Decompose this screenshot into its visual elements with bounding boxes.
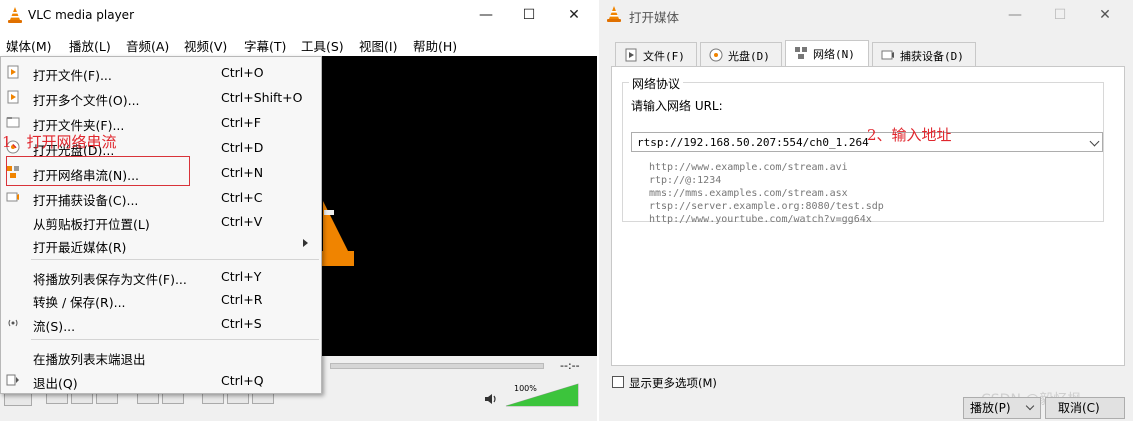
menu-separator [31,339,319,340]
menu-item-convert-save[interactable]: 转换 / 保存(R)... Ctrl+R [1,287,321,311]
play-dialog-button[interactable]: 播放(P) [963,397,1041,419]
stream-icon [8,319,18,327]
vlc-big-cone-icon [321,201,354,266]
speaker-icon[interactable] [484,392,498,406]
network-icon [795,47,807,59]
capture-icon [881,50,894,60]
submenu-arrow-icon [303,239,308,247]
tab-capture-device[interactable]: 捕获设备(D) [872,42,976,66]
time-display: --:-- [560,359,580,372]
dialog-title: 打开媒体 [629,10,680,25]
tab-disc[interactable]: 光盘(D) [700,42,782,66]
example-url: mms://mms.examples.com/stream.asx [649,188,848,199]
maximize-button[interactable]: ☐ [506,0,552,32]
file-icon [7,65,19,79]
dialog-titlebar[interactable]: 打开媒体 — ☐ ✕ [599,0,1133,30]
menu-help[interactable]: 帮助(H) [413,36,457,55]
vlc-cone-icon [8,7,22,23]
seek-slider[interactable] [330,363,544,369]
annotation-step2: 2、输入地址 [867,126,952,144]
minimize-button[interactable]: — [463,0,509,32]
menu-item-stream[interactable]: 流(S)... Ctrl+S [1,311,321,335]
show-more-options-checkbox[interactable] [612,376,624,388]
files-icon [7,90,19,104]
menu-item-open-recent-media[interactable]: 打开最近媒体(R) [1,232,321,256]
dialog-minimize-button[interactable]: — [992,0,1038,32]
exit-icon [6,374,19,386]
volume-slider[interactable] [504,382,580,408]
tab-file[interactable]: 文件(F) [615,42,697,66]
disc-icon [709,48,723,62]
dialog-maximize-button[interactable]: ☐ [1037,0,1083,32]
menu-video[interactable]: 视频(V) [184,36,227,55]
network-protocol-group: 网络协议 请输入网络 URL: rtsp://192.168.50.207:55… [622,75,1104,225]
chevron-down-icon[interactable] [1089,136,1100,147]
menu-tools[interactable]: 工具(S) [301,36,344,55]
tab-network[interactable]: 网络(N) [785,40,869,66]
url-value: rtsp://192.168.50.207:554/ch0_1.264 [637,136,869,149]
show-more-options-label: 显示更多选项(M) [629,376,717,390]
group-title: 网络协议 [629,75,684,92]
example-url: http://www.example.com/stream.avi [649,162,848,173]
example-url: rtp://@:1234 [649,175,722,186]
example-url: rtsp://server.example.org:8080/test.sdp [649,201,884,212]
url-label: 请输入网络 URL: [631,99,723,113]
vlc-window-title: VLC media player [28,8,135,22]
menu-item-quit-at-end[interactable]: 在播放列表末端退出 [1,344,321,368]
menu-item-open-capture-device[interactable]: 打开捕获设备(C)... Ctrl+C [1,185,321,209]
example-url: http://www.yourtube.com/watch?v=gg64x [649,214,872,225]
chevron-down-icon[interactable] [1022,398,1040,418]
file-icon [625,48,637,62]
highlight-box [6,156,190,186]
menu-item-open-file[interactable]: 打开文件(F)... Ctrl+O [1,60,321,84]
vlc-main-window: VLC media player — ☐ ✕ 媒体(M) 播放(L) 音频(A)… [0,0,597,421]
menu-item-save-playlist[interactable]: 将播放列表保存为文件(F)... Ctrl+Y [1,264,321,288]
menu-audio[interactable]: 音频(A) [126,36,169,55]
network-tab-panel: 网络协议 请输入网络 URL: rtsp://192.168.50.207:55… [611,66,1125,366]
menu-item-open-multiple-files[interactable]: 打开多个文件(O)... Ctrl+Shift+O [1,85,321,109]
annotation-step1: 1、打开网络串流 [2,133,117,151]
cancel-dialog-button[interactable]: 取消(C) [1045,397,1125,419]
menu-view[interactable]: 视图(I) [359,36,397,55]
capture-icon [6,192,19,202]
folder-icon [6,117,20,128]
media-menu: 打开文件(F)... Ctrl+O 打开多个文件(O)... Ctrl+Shif… [0,56,322,394]
vlc-titlebar[interactable]: VLC media player — ☐ ✕ [0,0,597,32]
open-media-dialog: 打开媒体 — ☐ ✕ 文件(F) 光盘(D) 网络(N) 捕获设备(D) 网络协… [599,0,1133,421]
menu-media[interactable]: 媒体(M) [6,36,52,55]
menu-item-quit[interactable]: 退出(Q) Ctrl+Q [1,368,321,392]
menu-playback[interactable]: 播放(L) [69,36,111,55]
menu-item-open-from-clipboard[interactable]: 从剪贴板打开位置(L) Ctrl+V [1,209,321,233]
menu-separator [31,259,319,260]
close-button[interactable]: ✕ [551,0,597,32]
menu-subtitle[interactable]: 字幕(T) [244,36,286,55]
vlc-cone-icon [607,6,621,22]
dialog-close-button[interactable]: ✕ [1082,0,1128,32]
vlc-menubar: 媒体(M) 播放(L) 音频(A) 视频(V) 字幕(T) 工具(S) 视图(I… [0,32,597,56]
